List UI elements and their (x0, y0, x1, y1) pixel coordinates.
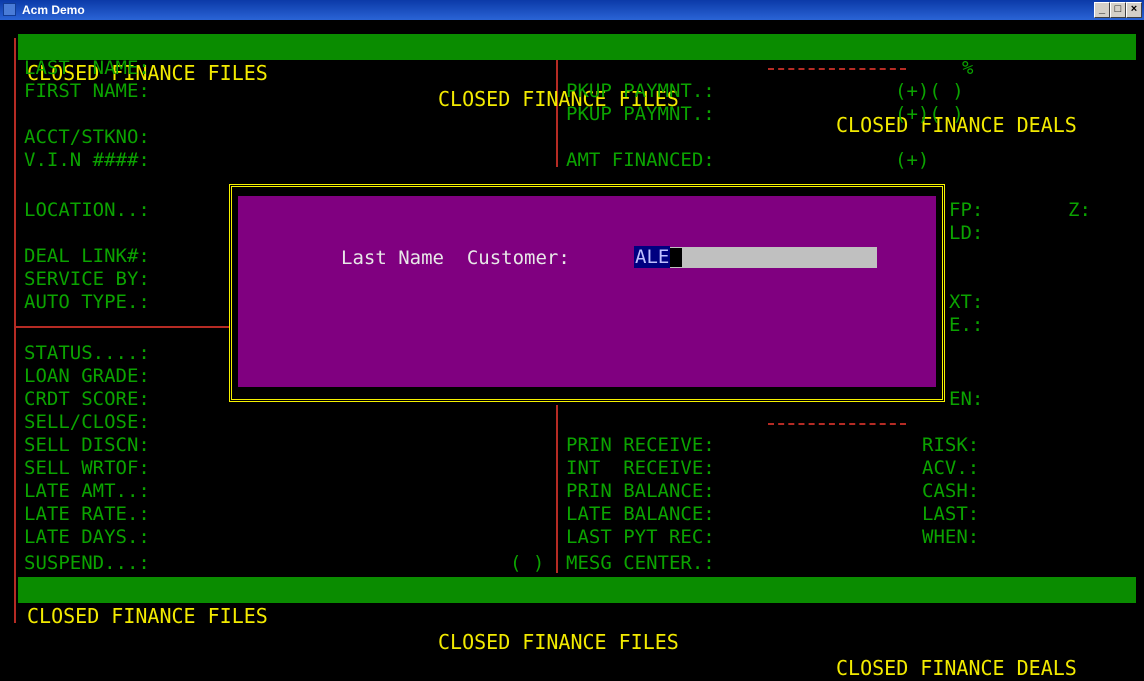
middle-frame-line-bottom (556, 405, 558, 573)
customer-last-name-input[interactable]: ALE (634, 246, 877, 268)
field-ld: LD: (949, 222, 984, 244)
banner-bottom-mid: CLOSED FINANCE FILES (438, 630, 679, 654)
banner-bottom-right: CLOSED FINANCE DEALS (836, 656, 1077, 680)
minimize-button[interactable]: _ (1094, 2, 1110, 18)
field-prin-balance: PRIN BALANCE: (566, 480, 715, 502)
field-deal-link: DEAL LINK#: (24, 245, 150, 267)
field-when: WHEN: (922, 526, 980, 548)
suspend-flag: ( ) (510, 552, 545, 574)
field-sell-wrtof: SELL WRTOF: (24, 457, 150, 479)
dialog-prompt-label: Last Name Customer: (341, 247, 570, 269)
field-pkup-paymnt-2: PKUP PAYMNT.: (566, 103, 715, 125)
text-cursor (670, 248, 683, 267)
field-auto-type: AUTO TYPE.: (24, 291, 150, 313)
field-fp: FP: (949, 199, 984, 221)
window-title: Acm Demo (22, 3, 85, 17)
field-loan-grade: LOAN GRADE: (24, 365, 150, 387)
field-late-balance: LATE BALANCE: (566, 503, 715, 525)
field-vin: V.I.N ####: (24, 149, 150, 171)
field-location: LOCATION..: (24, 199, 150, 221)
field-z: Z: (1068, 199, 1091, 221)
field-e: E.: (949, 314, 984, 336)
pkup-flag-2: (+)( ) (895, 103, 964, 125)
amt-flag: (+) (895, 149, 930, 171)
field-suspend: SUSPEND...: (24, 552, 150, 574)
field-last: LAST: (922, 503, 980, 525)
field-last-pyt-rec: LAST PYT REC: (566, 526, 715, 548)
field-late-rate: LATE RATE.: (24, 503, 150, 525)
field-late-amt: LATE AMT..: (24, 480, 150, 502)
top-right-dashes (768, 68, 906, 72)
field-service-by: SERVICE BY: (24, 268, 150, 290)
field-acct-stkno: ACCT/STKNO: (24, 126, 150, 148)
field-late-days: LATE DAYS.: (24, 526, 150, 548)
app-icon (3, 3, 16, 16)
bottom-banner: CLOSED FINANCE FILES CLOSED FINANCE FILE… (18, 577, 1136, 680)
field-last-name: LAST NAME: (24, 57, 150, 79)
pkup-flag-1: (+)( ) (895, 80, 964, 102)
field-prin-receive: PRIN RECEIVE: (566, 434, 715, 456)
field-cash: CASH: (922, 480, 980, 502)
mid-right-dashes (768, 423, 906, 427)
search-dialog (238, 196, 936, 387)
percent-marker: % (962, 57, 974, 79)
field-risk: RISK: (922, 434, 980, 456)
field-first-name: FIRST NAME: (24, 80, 150, 102)
middle-frame-line-top (556, 57, 558, 167)
field-pkup-paymnt-1: PKUP PAYMNT.: (566, 80, 715, 102)
close-button[interactable]: × (1126, 2, 1142, 18)
field-sell-close: SELL/CLOSE: (24, 411, 150, 433)
left-frame-line (14, 38, 16, 623)
field-amt-financed: AMT FINANCED: (566, 149, 715, 171)
field-en: EN: (949, 388, 984, 410)
field-sell-discn: SELL DISCN: (24, 434, 150, 456)
field-int-receive: INT RECEIVE: (566, 457, 715, 479)
field-acv: ACV.: (922, 457, 980, 479)
field-status: STATUS....: (24, 342, 150, 364)
field-crdt-score: CRDT SCORE: (24, 388, 150, 410)
field-xt: XT: (949, 291, 984, 313)
field-mesg-center: MESG CENTER.: (566, 552, 715, 574)
banner-bottom-left: CLOSED FINANCE FILES (27, 604, 268, 628)
window-titlebar[interactable]: Acm Demo _ □ × (0, 0, 1144, 20)
left-section-divider (14, 326, 230, 328)
customer-last-name-value: ALE (634, 246, 671, 268)
maximize-button[interactable]: □ (1110, 2, 1126, 18)
